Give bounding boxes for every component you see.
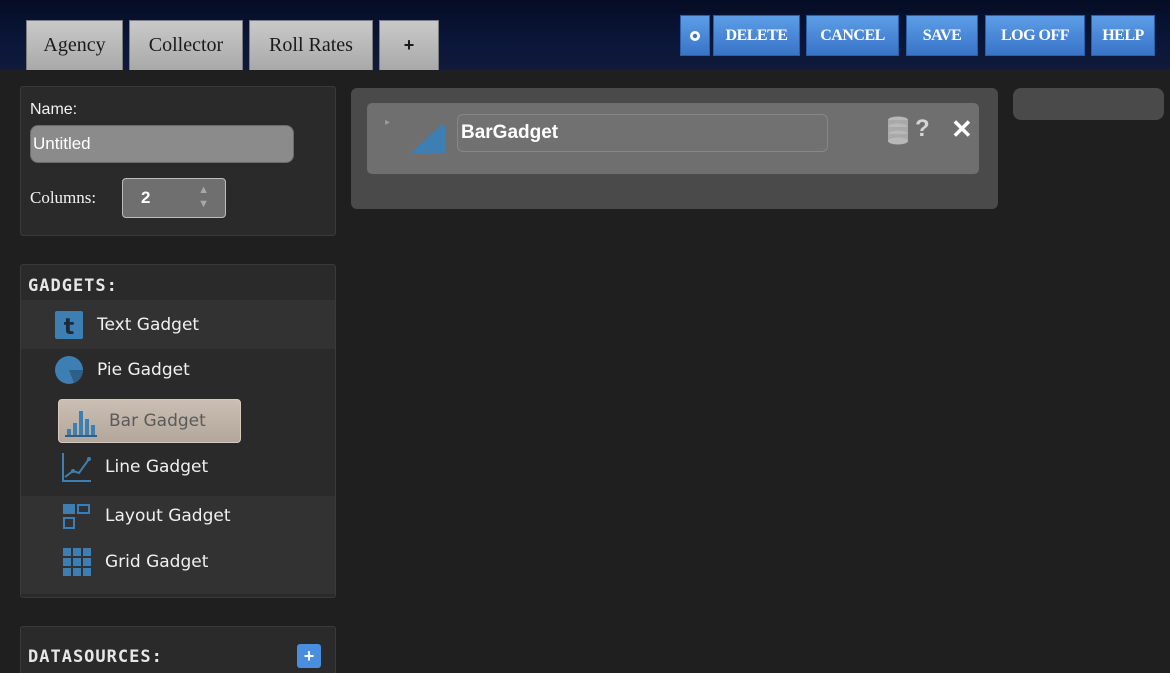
tab-roll-rates[interactable]: Roll Rates xyxy=(249,20,373,70)
tab-agency[interactable]: Agency xyxy=(26,20,123,70)
gadget-label: Pie Gadget xyxy=(97,360,190,380)
top-bar: Agency Collector Roll Rates + DELETE CAN… xyxy=(0,0,1170,70)
settings-button[interactable] xyxy=(680,15,710,56)
cancel-button[interactable]: CANCEL xyxy=(806,15,899,56)
close-icon[interactable]: ✕ xyxy=(951,114,973,145)
columns-label: Columns: xyxy=(30,188,97,207)
gadget-label: Line Gadget xyxy=(105,457,209,477)
datasources-panel: DATASOURCES: + xyxy=(20,626,336,673)
name-input[interactable]: Untitled xyxy=(30,125,294,163)
gadget-label: Bar Gadget xyxy=(109,411,206,431)
delete-button[interactable]: DELETE xyxy=(713,15,800,56)
gadgets-title: GADGETS: xyxy=(28,276,118,296)
layout-gadget-icon xyxy=(61,500,93,532)
expand-caret-icon[interactable]: ▸ xyxy=(385,117,390,128)
svg-text:t: t xyxy=(64,315,75,339)
gear-icon xyxy=(690,30,700,41)
name-label: Name: xyxy=(30,101,78,118)
bar-gadget-icon xyxy=(65,405,97,437)
database-icon[interactable] xyxy=(887,116,909,146)
log-off-button[interactable]: LOG OFF xyxy=(985,15,1085,56)
bar-gadget-card-icon xyxy=(411,125,445,153)
gadget-item-pie[interactable]: Pie Gadget xyxy=(53,348,190,392)
stepper-arrows-icon[interactable]: ▲ ▼ xyxy=(198,183,209,211)
save-button[interactable]: SAVE xyxy=(906,15,978,56)
text-gadget-icon: t xyxy=(53,309,85,341)
properties-panel: Name: Untitled Columns: 2 ▲ ▼ xyxy=(20,86,336,236)
pie-gadget-icon xyxy=(53,354,85,386)
datasources-title: DATASOURCES: xyxy=(28,647,163,667)
gadget-item-text[interactable]: t Text Gadget xyxy=(53,303,199,347)
help-button[interactable]: HELP xyxy=(1091,15,1155,56)
gadget-item-grid[interactable]: Grid Gadget xyxy=(61,540,208,584)
grid-gadget-icon xyxy=(61,546,93,578)
line-gadget-icon xyxy=(61,451,93,483)
gadget-title-input[interactable]: BarGadget xyxy=(457,114,828,152)
columns-value: 2 xyxy=(141,188,151,207)
bar-gadget-card[interactable]: ▸ BarGadget ? ✕ xyxy=(367,103,979,174)
add-tab-button[interactable]: + xyxy=(379,20,439,70)
gadget-label: Layout Gadget xyxy=(105,506,231,526)
add-datasource-button[interactable]: + xyxy=(297,644,321,668)
layout-column-2 xyxy=(1013,88,1164,120)
help-icon[interactable]: ? xyxy=(915,115,930,143)
gadget-label: Text Gadget xyxy=(97,315,200,335)
columns-stepper[interactable]: 2 ▲ ▼ xyxy=(122,178,226,218)
gadget-item-bar[interactable]: Bar Gadget xyxy=(58,399,241,443)
gadgets-panel: GADGETS: t Text Gadget Pie Gadget Bar Ga… xyxy=(20,264,336,598)
gadget-item-line[interactable]: Line Gadget xyxy=(61,445,208,489)
gadget-label: Grid Gadget xyxy=(105,552,209,572)
gadget-item-layout[interactable]: Layout Gadget xyxy=(61,494,231,538)
tab-collector[interactable]: Collector xyxy=(129,20,243,70)
